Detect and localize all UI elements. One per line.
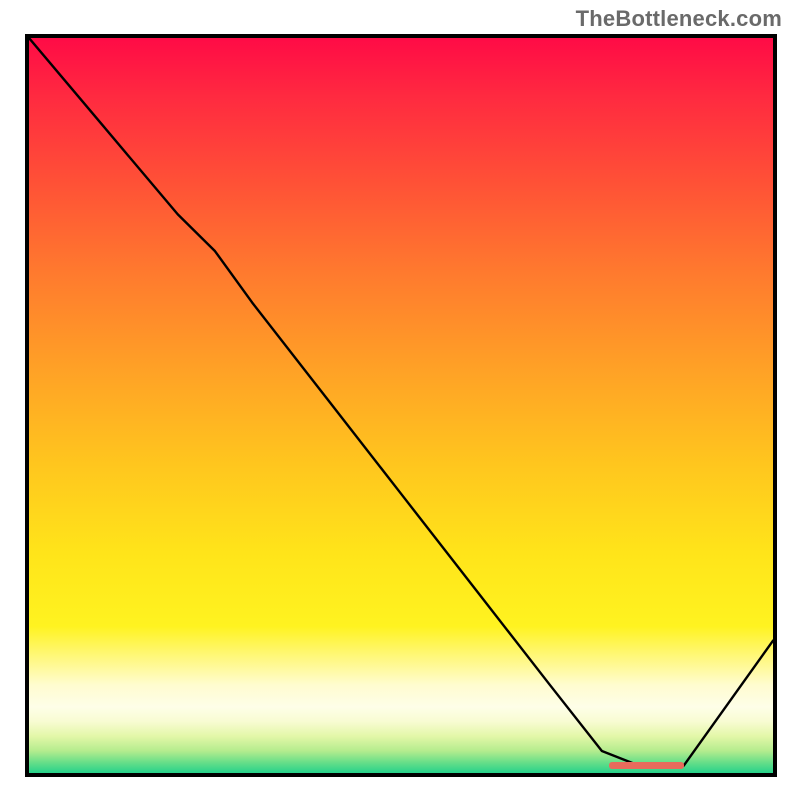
plot-area xyxy=(29,38,773,773)
curve-layer xyxy=(29,38,773,773)
chart-frame xyxy=(25,34,777,777)
chart-stage: TheBottleneck.com xyxy=(0,0,800,800)
bottleneck-curve xyxy=(29,38,773,766)
optimal-marker xyxy=(609,762,683,769)
watermark-text: TheBottleneck.com xyxy=(576,6,782,32)
